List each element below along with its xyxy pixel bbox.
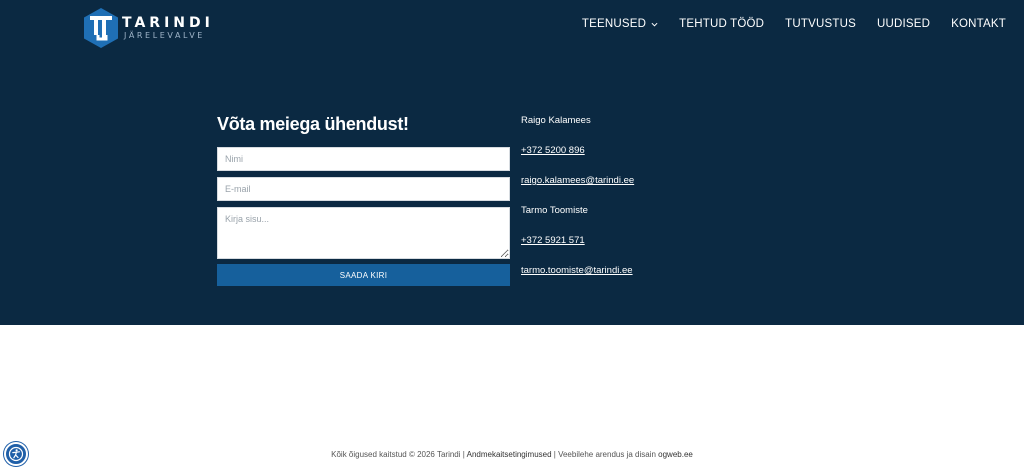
chevron-down-icon xyxy=(651,22,658,27)
nav-item-uudised[interactable]: UUDISED xyxy=(877,18,930,30)
nav-item-tutvustus[interactable]: TUTVUSTUS xyxy=(785,18,856,30)
logo-tagline: JÄRELEVALVE xyxy=(124,30,205,40)
nav-item-label: TEENUSED xyxy=(581,18,647,30)
accessibility-button[interactable] xyxy=(4,442,28,466)
contact-name: Raigo Kalamees xyxy=(521,115,591,126)
accessibility-icon xyxy=(8,446,24,462)
developer-link[interactable]: ogweb.ee xyxy=(658,450,693,459)
send-button[interactable]: SAADA KIRI xyxy=(217,264,510,286)
contact-phone-link[interactable]: +372 5921 571 xyxy=(521,235,585,246)
logo-name: TARINDI xyxy=(122,14,214,31)
contact-email-link[interactable]: raigo.kalamees@tarindi.ee xyxy=(521,175,634,186)
nav-item-tehtud-tood[interactable]: TEHTUD TÖÖD xyxy=(679,18,764,30)
message-textarea[interactable] xyxy=(217,207,510,259)
footer-separator: | Veebilehe arendus ja disain xyxy=(551,450,659,459)
name-input[interactable] xyxy=(217,147,510,171)
logo[interactable]: TARINDI JÄRELEVALVE xyxy=(82,6,222,50)
main-nav: TEENUSED TEHTUD TÖÖD TUTVUSTUS UUDISED K… xyxy=(561,18,1006,30)
nav-item-kontakt[interactable]: KONTAKT xyxy=(951,18,1006,30)
logo-mark-icon xyxy=(84,8,118,48)
privacy-link[interactable]: Andmekaitsetingimused xyxy=(467,450,552,459)
contact-email-link[interactable]: tarmo.toomiste@tarindi.ee xyxy=(521,265,633,276)
contact-name: Tarmo Toomiste xyxy=(521,205,588,216)
email-input[interactable] xyxy=(217,177,510,201)
nav-item-teenused[interactable]: TEENUSED xyxy=(582,18,658,30)
logo-text: TARINDI JÄRELEVALVE xyxy=(122,14,214,41)
form-title: Võta meiega ühendust! xyxy=(217,114,409,134)
footer: Kõik õigused kaitstud © 2026 Tarindi | A… xyxy=(0,450,1024,459)
contact-phone-link[interactable]: +372 5200 896 xyxy=(521,145,585,156)
footer-copyright: Kõik õigused kaitstud © 2026 Tarindi | xyxy=(331,450,467,459)
contact-section: TARINDI JÄRELEVALVE TEENUSED TEHTUD TÖÖD… xyxy=(0,0,1024,325)
